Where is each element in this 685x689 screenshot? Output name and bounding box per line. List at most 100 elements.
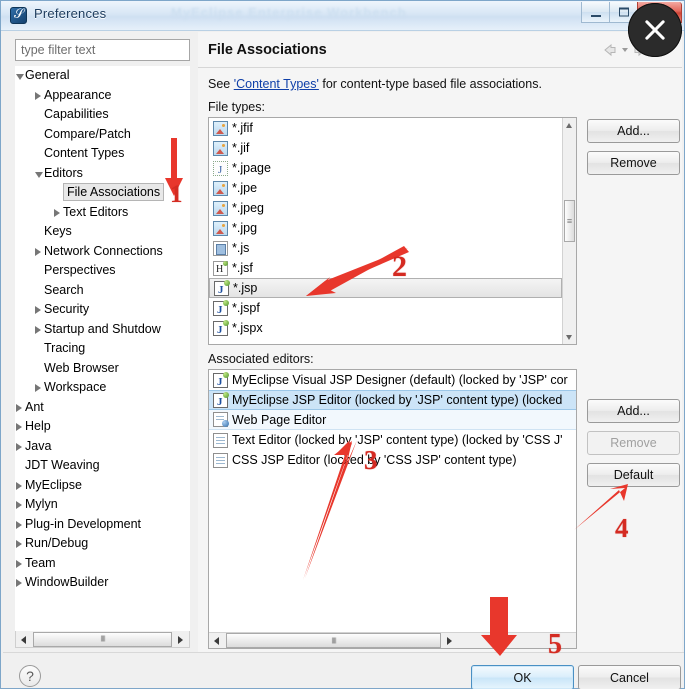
- file-type-row[interactable]: *.jpg: [209, 218, 562, 238]
- tree-item-windowbuilder[interactable]: WindowBuilder: [15, 573, 190, 593]
- tree-item-team[interactable]: Team: [15, 554, 190, 574]
- tree-item-network-connections[interactable]: Network Connections: [15, 242, 190, 262]
- tree-collapsed-icon[interactable]: [35, 325, 41, 334]
- tree-item-label: Team: [25, 555, 56, 570]
- tree-item-tracing[interactable]: Tracing: [15, 339, 190, 359]
- tree-item-text-editors[interactable]: Text Editors: [15, 203, 190, 223]
- file-type-label: *.jpeg: [232, 201, 264, 215]
- tree-item-workspace[interactable]: Workspace: [15, 378, 190, 398]
- scroll-up-icon[interactable]: [563, 118, 576, 132]
- associated-editor-label: MyEclipse JSP Editor (locked by 'JSP' co…: [232, 393, 563, 407]
- file-type-row[interactable]: *.jspf: [209, 298, 562, 320]
- tree-expanded-icon[interactable]: [16, 74, 24, 80]
- footer-divider: [3, 652, 684, 653]
- filter-input[interactable]: type filter text: [15, 39, 190, 61]
- file-type-row[interactable]: *.jsp: [209, 278, 562, 300]
- tree-collapsed-icon[interactable]: [54, 208, 60, 217]
- tree-collapsed-icon[interactable]: [16, 481, 22, 490]
- ok-button[interactable]: OK: [471, 665, 574, 689]
- assoc-default-button[interactable]: Default: [587, 463, 680, 487]
- tree-item-help[interactable]: Help: [15, 417, 190, 437]
- tree-item-content-types[interactable]: Content Types: [15, 144, 190, 164]
- preferences-tree[interactable]: General Appearance Capabilities Compare/Pat…: [15, 66, 190, 631]
- tree-expanded-icon[interactable]: [35, 171, 43, 178]
- tree-item-label: Keys: [44, 224, 72, 238]
- tree-item-jdt-weaving[interactable]: JDT Weaving: [15, 456, 190, 476]
- tree-item-label: WindowBuilder: [25, 575, 109, 589]
- back-history-caret-icon[interactable]: [622, 48, 628, 52]
- tree-collapsed-icon[interactable]: [16, 442, 22, 451]
- tree-item-label: File Associations: [63, 183, 165, 201]
- file-type-row[interactable]: *.js: [209, 238, 562, 258]
- tree-item-plug-in-development[interactable]: Plug-in Development: [15, 515, 190, 535]
- cancel-button[interactable]: Cancel: [578, 665, 681, 689]
- tree-item-label: Search: [44, 282, 84, 297]
- file-type-row[interactable]: *.jpe: [209, 178, 562, 198]
- tree-item-capabilities[interactable]: Capabilities: [15, 105, 190, 125]
- jsp-file-icon: [213, 299, 229, 320]
- tree-item-compare-patch[interactable]: Compare/Patch: [15, 125, 190, 145]
- associated-editor-row[interactable]: CSS JSP Editor (locked by 'CSS JSP' cont…: [209, 450, 576, 470]
- tree-item-file-associations[interactable]: File Associations: [15, 183, 190, 203]
- tree-item-ant[interactable]: Ant: [15, 398, 190, 418]
- file-type-row[interactable]: *.jif: [209, 138, 562, 158]
- assoc-add-button[interactable]: Add...: [587, 399, 680, 423]
- file-type-row[interactable]: *.jsf: [209, 258, 562, 280]
- tree-item-general[interactable]: General: [15, 66, 190, 86]
- tree-item-label: Run/Debug: [25, 536, 89, 550]
- tree-collapsed-icon[interactable]: [16, 540, 22, 548]
- associated-editor-row[interactable]: MyEclipse JSP Editor (locked by 'JSP' co…: [209, 390, 576, 412]
- tree-item-java[interactable]: Java: [15, 437, 190, 457]
- associated-editor-row[interactable]: Text Editor (locked by 'JSP' content typ…: [209, 430, 576, 450]
- tree-item-mylyn[interactable]: Mylyn: [15, 495, 190, 515]
- tree-item-run-debug[interactable]: Run/Debug: [15, 534, 190, 554]
- tree-item-label: Mylyn: [25, 497, 58, 511]
- tree-item-startup-and-shutdow[interactable]: Startup and Shutdow: [15, 320, 190, 340]
- assoc-scroll-left-icon[interactable]: [209, 633, 225, 648]
- tree-item-editors[interactable]: Editors: [15, 164, 190, 184]
- tree-collapsed-icon[interactable]: [35, 384, 41, 392]
- tree-item-perspectives[interactable]: Perspectives: [15, 261, 190, 281]
- tree-item-search[interactable]: Search: [15, 281, 190, 301]
- assoc-horizontal-scrollbar[interactable]: [209, 632, 576, 648]
- associated-editors-list[interactable]: MyEclipse Visual JSP Designer (default) …: [208, 369, 577, 649]
- tree-item-appearance[interactable]: Appearance: [15, 86, 190, 106]
- back-arrow-icon[interactable]: [602, 43, 618, 57]
- tree-collapsed-icon[interactable]: [16, 520, 22, 529]
- file-type-row[interactable]: *.jpeg: [209, 198, 562, 218]
- file-types-list[interactable]: *.jfif *.jif *.jpage *.jpe *.jpeg *.jpg *.js *.…: [208, 117, 577, 345]
- help-button[interactable]: ?: [19, 665, 41, 687]
- file-type-row[interactable]: *.jspx: [209, 318, 562, 340]
- tree-item-keys[interactable]: Keys: [15, 222, 190, 242]
- tree-collapsed-icon[interactable]: [16, 559, 22, 568]
- file-types-remove-button[interactable]: Remove: [587, 151, 680, 175]
- tree-item-myeclipse[interactable]: MyEclipse: [15, 476, 190, 496]
- file-type-row[interactable]: *.jfif: [209, 118, 562, 138]
- tree-collapsed-icon[interactable]: [35, 247, 41, 256]
- tree-item-security[interactable]: Security: [15, 300, 190, 320]
- associated-editor-row[interactable]: MyEclipse Visual JSP Designer (default) …: [209, 370, 576, 392]
- tree-collapsed-icon[interactable]: [16, 579, 22, 587]
- tree-collapsed-icon[interactable]: [16, 403, 22, 412]
- tree-collapsed-icon[interactable]: [35, 91, 41, 100]
- scroll-right-icon[interactable]: [173, 632, 189, 647]
- file-types-vertical-scrollbar[interactable]: [562, 118, 576, 344]
- tree-scroll-thumb[interactable]: [33, 631, 172, 647]
- tree-collapsed-icon[interactable]: [35, 306, 41, 314]
- annotation-number-1: 1: [170, 181, 183, 208]
- file-types-scroll-thumb[interactable]: [564, 200, 575, 242]
- associated-editor-row[interactable]: Web Page Editor: [209, 410, 576, 430]
- tree-horizontal-scrollbar[interactable]: [15, 631, 190, 648]
- scroll-down-icon[interactable]: [563, 330, 576, 344]
- minimize-button[interactable]: [581, 2, 610, 23]
- tree-item-web-browser[interactable]: Web Browser: [15, 359, 190, 379]
- assoc-scroll-thumb[interactable]: [226, 633, 441, 648]
- scroll-left-icon[interactable]: [16, 632, 32, 647]
- tree-collapsed-icon[interactable]: [16, 423, 22, 431]
- file-type-row[interactable]: *.jpage: [209, 158, 562, 180]
- file-type-label: *.jsf: [232, 261, 253, 275]
- assoc-scroll-right-icon[interactable]: [442, 633, 458, 648]
- file-types-add-button[interactable]: Add...: [587, 119, 680, 143]
- tree-collapsed-icon[interactable]: [16, 501, 22, 509]
- content-types-link[interactable]: 'Content Types': [234, 77, 319, 91]
